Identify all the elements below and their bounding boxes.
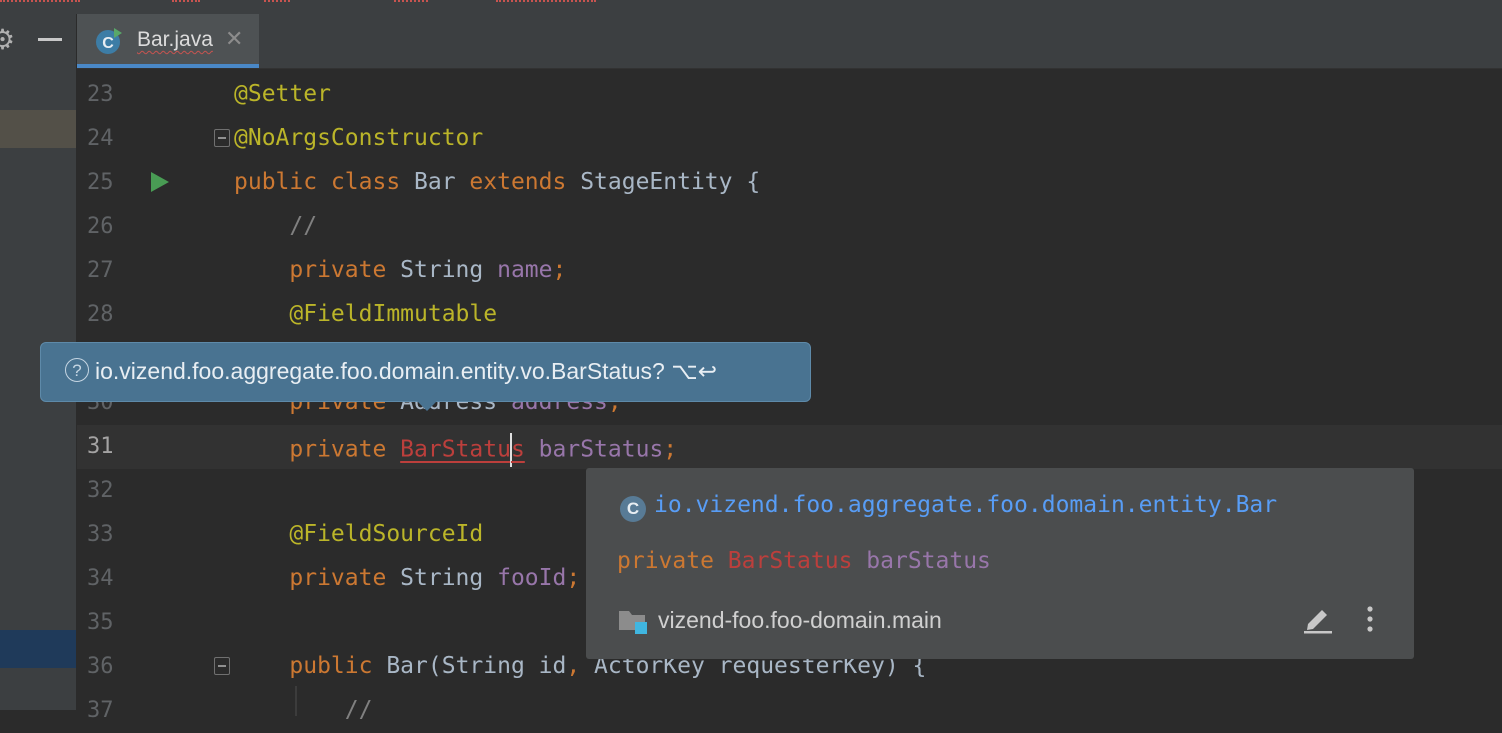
fold-icon[interactable] (214, 129, 230, 147)
code-token: @FieldImmutable (234, 301, 498, 327)
line-code: @FieldSourceId (234, 521, 483, 547)
code-token: s (510, 436, 525, 463)
tab-bar-java[interactable]: C Bar.java ✕ (77, 14, 259, 68)
line-code: @NoArgsConstructor (234, 125, 483, 151)
selected-tree-item[interactable] (0, 630, 76, 668)
code-token: // (234, 697, 373, 723)
gear-icon[interactable]: ⚙ (0, 22, 20, 58)
line-number: 23 (87, 82, 114, 107)
code-token: BarStatu (400, 436, 511, 463)
code-line[interactable]: 23 @Setter (77, 73, 1502, 117)
line-number: 28 (87, 302, 114, 327)
code-token: Bar (414, 169, 470, 195)
line-number: 32 (87, 478, 114, 503)
line-code: private String fooId; (234, 565, 580, 591)
line-number: 35 (87, 610, 114, 635)
doc-signature: private BarStatus barStatus (617, 548, 991, 574)
code-token: ; (552, 257, 567, 283)
error-marker (264, 0, 290, 5)
error-marker (496, 0, 596, 5)
code-token: private (234, 436, 401, 463)
code-token: @NoArgsConstructor (234, 125, 484, 151)
code-token: fooId (497, 565, 567, 591)
line-number: 26 (87, 214, 114, 239)
line-code: // (234, 213, 317, 239)
question-icon: ? (65, 358, 89, 382)
doc-module-name: vizend-foo.foo-domain.main (658, 607, 942, 633)
editor-tab-bar: C Bar.java ✕ (77, 14, 1502, 69)
edit-source-icon[interactable] (1302, 604, 1334, 634)
code-token: // (234, 213, 318, 239)
fold-icon[interactable] (214, 657, 230, 675)
code-token: private (234, 257, 401, 283)
code-token: ; (663, 436, 678, 463)
quick-documentation-popup: C io.vizend.foo.aggregate.foo.domain.ent… (586, 468, 1414, 659)
line-number: 24 (87, 126, 114, 151)
code-token: barStatus (538, 436, 664, 463)
error-marker (172, 0, 200, 5)
popup-pointer (417, 401, 437, 411)
line-number: 25 (87, 170, 114, 195)
code-token: String (400, 565, 498, 591)
signature-modifier: private (617, 548, 714, 574)
line-number: 33 (87, 522, 114, 547)
code-token: @Setter (234, 81, 331, 107)
line-number: 34 (87, 566, 114, 591)
line-number: 31 (87, 434, 114, 459)
line-number: 27 (87, 258, 114, 283)
run-gutter-icon[interactable] (151, 172, 169, 192)
code-line[interactable]: 37 // (77, 689, 1502, 733)
code-token: name (497, 257, 553, 283)
error-marker (0, 0, 80, 5)
code-line[interactable]: 26 // (77, 205, 1502, 249)
code-line[interactable]: 25 public class Bar extends StageEntity { (77, 161, 1502, 205)
module-folder-icon (619, 611, 647, 634)
line-code: @Setter (234, 81, 331, 107)
line-number: 37 (87, 698, 114, 723)
code-token: String (400, 257, 498, 283)
code-line[interactable]: 28 @FieldImmutable (77, 293, 1502, 337)
code-token: private (234, 565, 401, 591)
class-icon: C (620, 496, 646, 522)
java-class-icon: C (96, 28, 122, 54)
indent-guide (295, 686, 297, 716)
line-code: // (234, 697, 373, 723)
tab-label: Bar.java (137, 28, 213, 51)
doc-class-path-link[interactable]: io.vizend.foo.aggregate.foo.domain.entit… (654, 492, 1277, 518)
code-line[interactable]: 31 private BarStatus barStatus; (77, 425, 1502, 469)
selected-tree-item[interactable] (0, 110, 76, 148)
code-token: public (234, 653, 387, 679)
line-code: private String name; (234, 257, 566, 283)
code-token: @FieldSourceId (234, 521, 484, 547)
code-token: public class (234, 169, 415, 195)
code-token: StageEntity { (580, 169, 761, 195)
close-icon[interactable]: ✕ (225, 26, 243, 52)
line-code: @FieldImmutable (234, 301, 497, 327)
signature-name: barStatus (866, 548, 991, 574)
minus-icon[interactable] (38, 38, 62, 41)
line-number: 36 (87, 654, 114, 679)
import-hint-text: io.vizend.foo.aggregate.foo.domain.entit… (95, 358, 717, 384)
code-token: ; (566, 565, 581, 591)
top-strip (0, 0, 1502, 14)
svg-text:C: C (102, 35, 114, 52)
more-options-icon[interactable] (1364, 605, 1376, 633)
code-token: Bar(String id (386, 653, 567, 679)
code-line[interactable]: 27 private String name; (77, 249, 1502, 293)
import-hint-popup[interactable]: ? io.vizend.foo.aggregate.foo.domain.ent… (40, 342, 811, 411)
active-tab-indicator (77, 64, 259, 68)
signature-type: BarStatus (727, 548, 853, 574)
code-line[interactable]: 24 @NoArgsConstructor (77, 117, 1502, 161)
line-code: private BarStatus barStatus; (234, 433, 677, 467)
code-token: extends (469, 169, 581, 195)
line-code: public class Bar extends StageEntity { (234, 169, 760, 195)
error-marker (394, 0, 428, 5)
